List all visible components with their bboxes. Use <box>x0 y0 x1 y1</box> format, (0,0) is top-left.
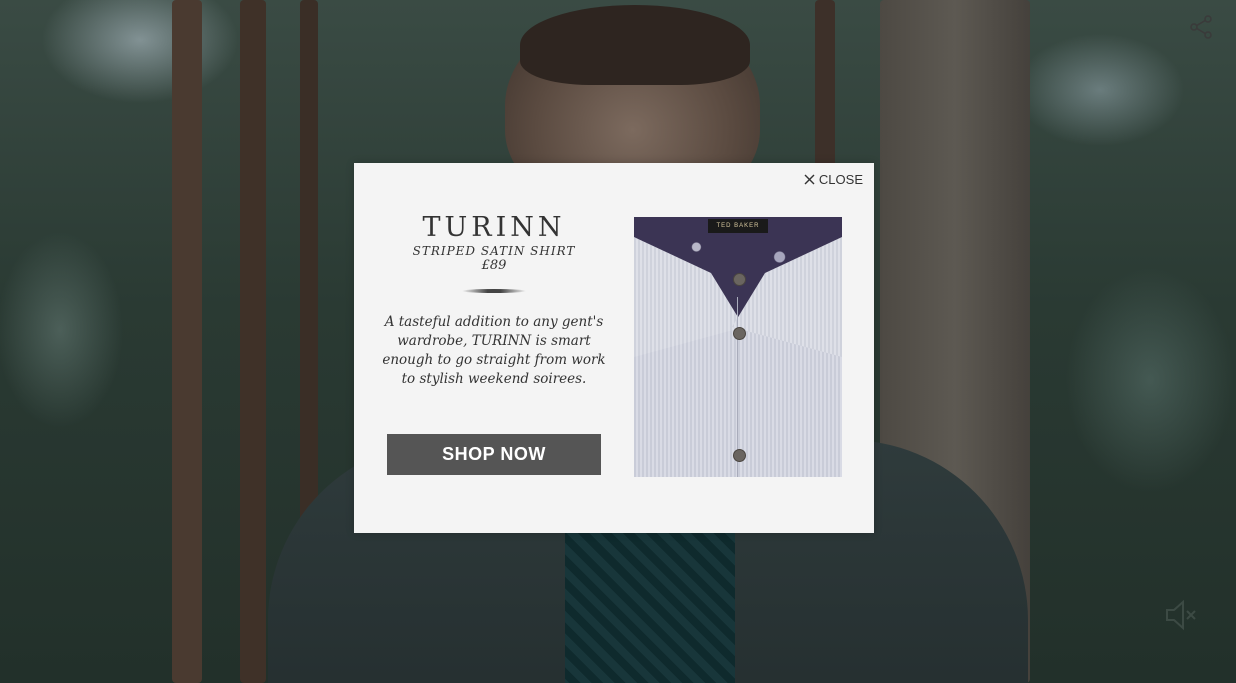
shop-now-button[interactable]: SHOP NOW <box>387 434 601 475</box>
product-price: £89 <box>481 258 507 273</box>
product-name: TURINN <box>422 212 566 243</box>
shirt-button <box>733 273 746 286</box>
tree-trunk <box>240 0 266 683</box>
close-label: CLOSE <box>818 172 863 187</box>
shirt-button <box>733 327 746 340</box>
product-info: TURINN STRIPED SATIN SHIRT £89 A tastefu… <box>379 211 609 389</box>
person-sweater <box>565 520 735 683</box>
speaker-muted-icon[interactable] <box>1164 598 1198 632</box>
shirt-button <box>733 449 746 462</box>
product-subtitle: STRIPED SATIN SHIRT <box>412 244 576 258</box>
close-button[interactable]: CLOSE <box>804 172 863 187</box>
close-icon <box>804 174 815 185</box>
person-hair <box>520 5 750 85</box>
tree-trunk <box>172 0 202 683</box>
divider <box>462 289 526 293</box>
share-icon[interactable] <box>1188 14 1214 40</box>
product-popup: CLOSE TURINN STRIPED SATIN SHIRT £89 A t… <box>354 163 874 533</box>
product-image[interactable]: TED BAKER <box>634 217 842 477</box>
brand-label: TED BAKER <box>708 219 768 233</box>
product-description: A tasteful addition to any gent's wardro… <box>382 314 606 387</box>
